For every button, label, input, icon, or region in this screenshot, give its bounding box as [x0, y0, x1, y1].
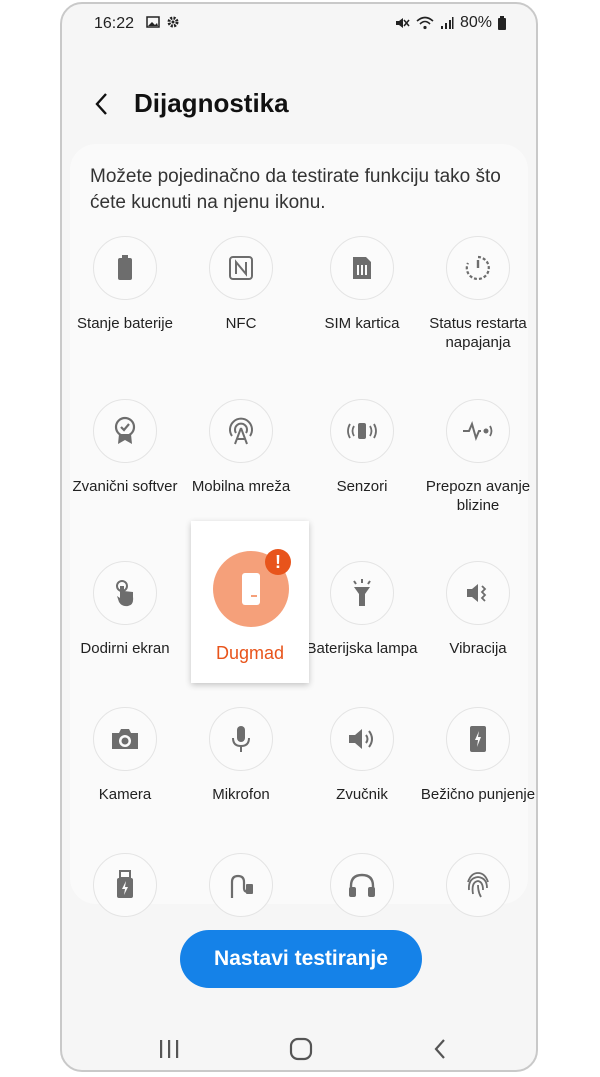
test-item-proximity[interactable]: Prepozn avanje blizine: [420, 399, 536, 515]
highlighted-label: Dugmad: [215, 643, 285, 663]
home-icon: [289, 1037, 313, 1061]
test-item-mobile-network[interactable]: Mobilna mreža: [183, 399, 299, 496]
wifi-icon: [416, 16, 434, 30]
nav-back-button[interactable]: [420, 1034, 460, 1064]
recent-apps-button[interactable]: [149, 1034, 189, 1064]
test-item-camera[interactable]: Kamera: [67, 707, 183, 804]
test-item-sim[interactable]: SIM kartica: [304, 236, 420, 333]
speaker-icon: [349, 729, 373, 749]
mute-icon: [395, 18, 410, 28]
test-item-buttons-highlighted[interactable]: ! Dugmad: [191, 521, 309, 683]
cable-icon: [230, 874, 253, 898]
test-item-flashlight[interactable]: Baterijska lampa: [304, 561, 420, 658]
page-title: Dijagnostika: [134, 88, 289, 118]
chevron-left-icon: [95, 93, 107, 115]
test-item-touchscreen[interactable]: Dodirni ekran: [67, 561, 183, 658]
gallery-icon: [146, 16, 160, 28]
alert-badge: !: [265, 549, 291, 575]
test-item-speaker[interactable]: Zvučnik: [304, 707, 420, 804]
test-item-battery[interactable]: Stanje baterije: [67, 236, 183, 333]
test-item-headphones[interactable]: [304, 853, 420, 917]
battery-percent: 80%: [459, 14, 492, 31]
vibration-icon: [467, 584, 487, 602]
battery-icon: [118, 255, 132, 280]
navigation-bar: [62, 1024, 536, 1070]
chevron-left-icon: [434, 1039, 445, 1059]
wireless-charging-icon: [470, 726, 486, 752]
touch-icon: [116, 580, 134, 607]
test-item-sensors[interactable]: Senzori: [304, 399, 420, 496]
sensor-icon: [347, 423, 377, 439]
fingerprint-icon: [467, 872, 489, 898]
power-restart-icon: [465, 255, 490, 281]
test-item-vibration[interactable]: Vibracija: [420, 561, 536, 658]
test-item-power-restart[interactable]: Status restarta napajanja: [420, 236, 536, 352]
test-item-wireless-charging[interactable]: Bežično punjenje: [420, 707, 536, 804]
microphone-icon: [232, 726, 250, 752]
proximity-icon: [463, 421, 493, 441]
recent-apps-icon: [160, 1040, 179, 1058]
camera-icon: [112, 729, 138, 749]
diagnostics-card: Možete pojedinačno da testirate funkciju…: [67, 144, 535, 917]
home-button[interactable]: [281, 1034, 321, 1064]
header: Dijagnostika: [62, 74, 536, 134]
mobile-network-icon: [229, 417, 253, 445]
official-software-badge-icon: [114, 416, 136, 444]
signal-icon: [440, 17, 454, 29]
test-item-official-software[interactable]: Zvanični softver: [67, 399, 183, 496]
status-bar: 16:22 80%: [62, 4, 536, 44]
headphones-icon: [349, 873, 375, 897]
flashlight-icon: [353, 579, 371, 606]
test-item-usb[interactable]: [67, 853, 183, 917]
continue-testing-button[interactable]: Nastavi testiranje: [180, 930, 422, 988]
sim-card-icon: [353, 257, 371, 279]
usb-icon: [117, 870, 133, 898]
phone-frame: 16:22 80% Dijagnostika Možete pojedinačn…: [60, 2, 538, 1072]
test-item-cable[interactable]: [183, 853, 299, 917]
nfc-icon: [229, 256, 253, 280]
buttons-icon: [242, 573, 260, 605]
settings-gear-icon: [167, 16, 179, 28]
status-time: 16:22: [94, 15, 135, 32]
test-item-nfc[interactable]: NFC: [183, 236, 299, 333]
test-item-fingerprint[interactable]: [420, 853, 536, 917]
battery-status-icon: [498, 16, 506, 30]
back-button[interactable]: [84, 86, 120, 122]
test-item-microphone[interactable]: Mikrofon: [183, 707, 299, 804]
